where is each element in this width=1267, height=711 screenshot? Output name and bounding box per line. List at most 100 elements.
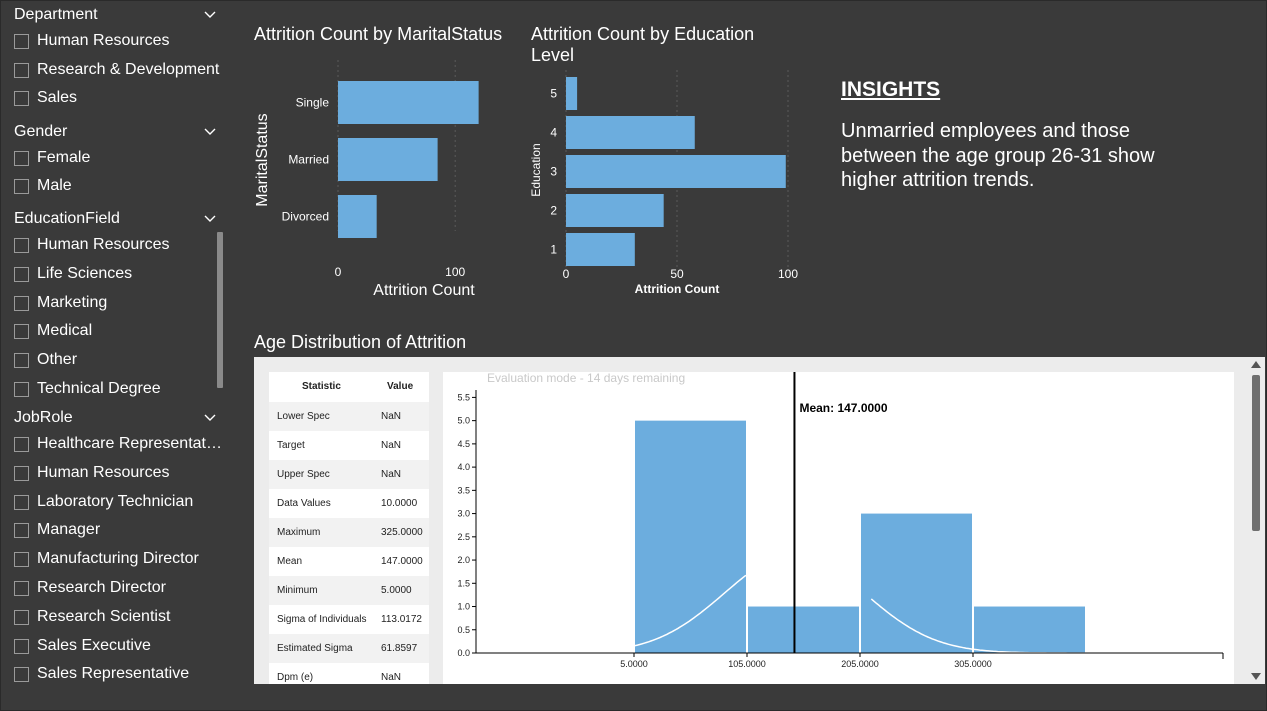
jobrole-item-label: Sales Executive bbox=[37, 636, 151, 654]
category-label: 1 bbox=[550, 243, 557, 257]
scrollbar-thumb[interactable] bbox=[1252, 375, 1260, 531]
x-tick-label: 205.0000 bbox=[841, 659, 879, 669]
educationfield-item[interactable]: Life Sciences bbox=[14, 261, 222, 287]
jobrole-slicer-header[interactable]: JobRole bbox=[14, 407, 220, 429]
checkbox[interactable] bbox=[14, 34, 29, 49]
jobrole-item[interactable]: Research Scientist bbox=[14, 604, 222, 630]
jobrole-item-label: Human Resources bbox=[37, 463, 170, 481]
checkbox[interactable] bbox=[14, 179, 29, 194]
educationfield-item[interactable]: Human Resources bbox=[14, 232, 222, 258]
gender-item[interactable]: Male bbox=[14, 173, 222, 199]
table-header-cell: Value bbox=[387, 381, 414, 392]
department-item[interactable]: Research & Development bbox=[14, 57, 222, 83]
bar bbox=[566, 194, 664, 227]
checkbox[interactable] bbox=[14, 91, 29, 107]
education-chart-title-line2: Level bbox=[531, 45, 575, 65]
table-row: Lower Spec NaN bbox=[269, 402, 429, 431]
table-row: Upper Spec NaN bbox=[269, 460, 429, 489]
statistic-name: Data Values bbox=[277, 498, 331, 509]
jobrole-slicer-title: JobRole bbox=[14, 409, 73, 426]
y-tick-label: 4.5 bbox=[457, 439, 470, 449]
x-tick-label: 105.0000 bbox=[728, 659, 766, 669]
department-item[interactable]: Sales bbox=[14, 85, 222, 111]
chevron-down-icon[interactable] bbox=[204, 213, 216, 225]
statistic-name: Maximum bbox=[277, 527, 321, 538]
educationfield-item[interactable]: Medical bbox=[14, 318, 222, 344]
vertical-scrollbar[interactable] bbox=[1248, 357, 1265, 684]
checkbox[interactable] bbox=[14, 382, 29, 397]
table-row: Minimum 5.0000 bbox=[269, 576, 429, 605]
checkbox[interactable] bbox=[14, 324, 29, 340]
checkbox[interactable] bbox=[14, 609, 29, 625]
checkbox[interactable] bbox=[14, 238, 29, 253]
chevron-down-icon[interactable] bbox=[204, 126, 216, 138]
educationfield-item[interactable]: Technical Degree bbox=[14, 376, 222, 402]
checkbox[interactable] bbox=[14, 552, 29, 568]
category-label: Single bbox=[296, 96, 330, 110]
checkbox[interactable] bbox=[14, 151, 29, 166]
table-header-cell: Statistic bbox=[302, 381, 341, 392]
educationfield-item[interactable]: Other bbox=[14, 347, 222, 373]
jobrole-item[interactable]: Manufacturing Director bbox=[14, 546, 222, 572]
chevron-down-icon[interactable] bbox=[204, 412, 216, 424]
checkbox[interactable] bbox=[14, 523, 29, 539]
checkbox[interactable] bbox=[14, 437, 29, 452]
chevron-down-icon[interactable] bbox=[204, 9, 216, 21]
table-row: Maximum 325.0000 bbox=[269, 518, 429, 547]
educationfield-item-label: Human Resources bbox=[37, 236, 170, 253]
checkbox[interactable] bbox=[14, 667, 29, 683]
x-axis-title: Attrition Count bbox=[635, 282, 720, 296]
gender-item[interactable]: Female bbox=[14, 145, 222, 171]
tick-label: 50 bbox=[670, 267, 684, 281]
statistic-value: 10.0000 bbox=[381, 498, 418, 509]
educationfield-item-label: Medical bbox=[37, 322, 93, 340]
mean-label: Mean: 147.0000 bbox=[799, 401, 887, 415]
y-tick-label: 5.5 bbox=[457, 392, 470, 402]
checkbox[interactable] bbox=[14, 353, 29, 369]
jobrole-item[interactable]: Sales Executive bbox=[14, 633, 222, 659]
statistic-name: Mean bbox=[277, 556, 303, 567]
gender-item-label: Male bbox=[37, 177, 72, 194]
x-tick-label: 305.0000 bbox=[954, 659, 992, 669]
jobrole-item[interactable]: Manager bbox=[14, 517, 222, 543]
category-label: Divorced bbox=[282, 210, 329, 224]
checkbox[interactable] bbox=[14, 266, 29, 282]
checkbox[interactable] bbox=[14, 494, 29, 510]
jobrole-item[interactable]: Sales Representative bbox=[14, 661, 222, 687]
statistic-value: 5.0000 bbox=[381, 585, 412, 596]
jobrole-item-label: Research Scientist bbox=[37, 607, 171, 625]
jobrole-item[interactable]: Laboratory Technician bbox=[14, 489, 222, 515]
checkbox[interactable] bbox=[14, 62, 29, 78]
jobrole-item[interactable]: Healthcare Representat… bbox=[14, 431, 222, 457]
checkbox[interactable] bbox=[14, 638, 29, 654]
department-item[interactable]: Human Resources bbox=[14, 28, 222, 54]
jobrole-item[interactable]: Research Director bbox=[14, 575, 222, 601]
statistic-name: Lower Spec bbox=[277, 411, 330, 422]
watermark-text: Evaluation mode - 14 days remaining bbox=[487, 372, 685, 385]
histogram-bar bbox=[748, 606, 859, 653]
gender-slicer-header[interactable]: Gender bbox=[14, 121, 220, 143]
checkbox[interactable] bbox=[14, 581, 29, 596]
scroll-up-icon[interactable] bbox=[1251, 361, 1261, 368]
educationfield-scrollbar[interactable] bbox=[217, 232, 223, 388]
education-level-bar-chart: 5 4 3 2 10 50 100 Attrition Count Education bbox=[529, 70, 798, 296]
statistic-value: 113.0172 bbox=[381, 614, 422, 625]
department-item-label: Sales bbox=[37, 89, 78, 107]
department-slicer-header[interactable]: Department bbox=[14, 4, 220, 26]
y-tick-label: 2.0 bbox=[457, 555, 470, 565]
jobrole-item-label: Manufacturing Director bbox=[37, 550, 199, 568]
jobrole-item-label: Laboratory Technician bbox=[37, 492, 194, 510]
histogram-bar bbox=[635, 420, 746, 653]
checkbox[interactable] bbox=[14, 465, 29, 481]
jobrole-item[interactable]: Human Resources bbox=[14, 460, 222, 486]
checkbox[interactable] bbox=[14, 295, 29, 311]
y-tick-label: 1.5 bbox=[457, 578, 470, 588]
bar bbox=[566, 116, 695, 149]
educationfield-item-label: Marketing bbox=[37, 293, 108, 311]
y-tick-label: 4.0 bbox=[457, 462, 470, 472]
educationfield-item[interactable]: Marketing bbox=[14, 290, 222, 316]
scroll-down-icon[interactable] bbox=[1251, 673, 1261, 680]
table-row: Sigma of Individuals 113.0172 bbox=[269, 605, 429, 634]
educationfield-slicer-header[interactable]: EducationField bbox=[14, 208, 220, 230]
y-tick-label: 0.0 bbox=[457, 648, 470, 658]
